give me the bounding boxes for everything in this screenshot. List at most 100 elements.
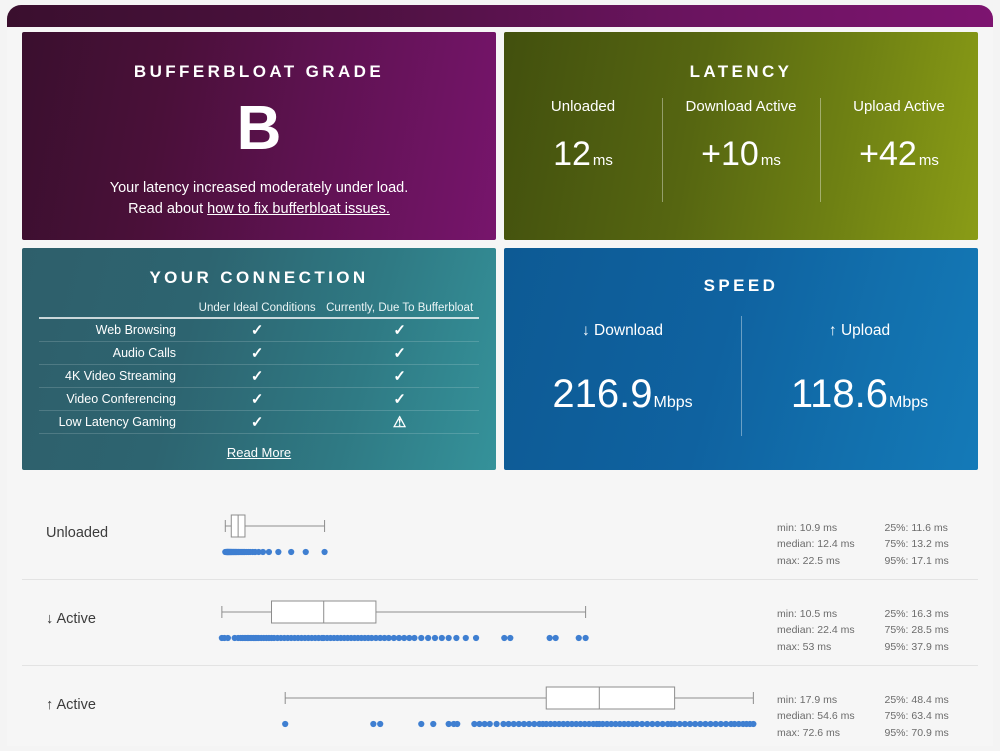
check-icon: ✓	[393, 322, 406, 339]
speed-upload-number: 118.6	[790, 372, 888, 416]
connection-table-head: Under Ideal Conditions Currently, Due To…	[39, 302, 479, 318]
latency-row-label: ↓ Active	[46, 611, 96, 627]
check-icon: ✓	[250, 368, 264, 385]
box-plot-svg	[218, 600, 589, 642]
table-row: Audio Calls ✓ ✓	[39, 341, 479, 365]
connection-current-status: ⚠	[320, 410, 479, 434]
speed-download-number: 216.9	[552, 372, 653, 416]
table-row: 4K Video Streaming ✓ ✓	[39, 364, 479, 388]
connection-header-ideal: Under Ideal Conditions	[198, 302, 316, 314]
latency-stat-item: 75%: 63.4 ms	[884, 710, 949, 723]
latency-sample-dot	[552, 634, 559, 642]
connection-ideal-status: ✓	[194, 341, 321, 365]
latency-stats: min: 10.5 ms median: 22.4 ms max: 53 ms 25%…	[777, 606, 992, 655]
connection-current-status: ✓	[320, 364, 479, 388]
connection-header-current: Currently, Due To Bufferbloat	[326, 302, 474, 314]
connection-table-header-row: Under Ideal Conditions Currently, Due To…	[39, 302, 479, 318]
latency-stats: min: 10.9 ms median: 12.4 ms max: 22.5 ms 2…	[777, 520, 992, 569]
latency-sample-dot	[265, 548, 273, 556]
latency-stat-item: median: 54.6 ms	[777, 710, 855, 723]
latency-upload-active: Upload Active +42 ms	[820, 98, 978, 216]
latency-stats-column-right: 25%: 16.3 ms 75%: 28.5 ms 95%: 37.9 ms	[885, 606, 993, 655]
latency-sample-dot	[377, 720, 384, 728]
latency-distribution-row: Unloaded min: 10.9 ms median: 12.4 ms max: …	[22, 494, 978, 579]
speed-download-label: ↓ Download	[582, 322, 663, 339]
connection-current-status: ✓	[320, 318, 479, 342]
latency-download-active-unit: ms	[760, 152, 781, 169]
connection-activity-label: Low Latency Gaming	[39, 410, 194, 434]
latency-upload-active-number: +42	[859, 135, 917, 173]
check-icon: ✓	[393, 368, 406, 385]
latency-sample-dot	[411, 634, 418, 642]
latency-download-active-number: +10	[701, 135, 759, 173]
speed-download-unit: Mbps	[653, 394, 693, 411]
latency-sample-dot	[501, 634, 508, 642]
connection-activity-label: 4K Video Streaming	[39, 364, 194, 388]
speed-upload-unit: Mbps	[889, 394, 929, 411]
latency-stat-item: 25%: 48.4 ms	[884, 694, 949, 706]
latency-stat-item: min: 10.9 ms	[777, 522, 838, 534]
latency-sample-dot	[507, 634, 514, 642]
header-band	[7, 5, 993, 27]
speed-download: ↓ Download 216.9Mbps	[504, 322, 741, 452]
latency-columns: Unloaded 12 ms Download Active +10 ms Up…	[504, 98, 978, 216]
speed-upload-value: 118.6Mbps	[741, 374, 978, 414]
latency-sample-dot	[418, 634, 425, 642]
latency-stat-item: 75%: 28.5 ms	[884, 624, 949, 637]
connection-table-body: Web Browsing ✓ ✓ Audio Calls ✓ ✓ 4K Video Stre…	[39, 318, 479, 434]
latency-sample-dot	[486, 720, 493, 728]
latency-sample-dot	[370, 720, 377, 728]
check-icon: ✓	[393, 345, 406, 362]
latency-sample-dot	[493, 720, 500, 728]
your-connection-title: YOUR CONNECTION	[149, 268, 369, 287]
latency-stat-item: 25%: 16.3 ms	[884, 608, 949, 620]
latency-sample-dot	[275, 548, 282, 556]
latency-distribution-row: ↑ Active min: 17.9 ms median: 54.6 ms max: …	[22, 665, 978, 751]
latency-sample-dot	[453, 634, 460, 642]
fix-bufferbloat-link[interactable]: how to fix bufferbloat issues.	[207, 201, 390, 217]
latency-stats-column-left: min: 10.9 ms median: 12.4 ms max: 22.5 ms	[777, 520, 885, 569]
latency-row-label: Unloaded	[46, 525, 109, 541]
latency-sample-dot	[445, 634, 452, 642]
latency-stat-item: min: 10.5 ms	[777, 608, 838, 620]
latency-sample-dot	[575, 634, 582, 642]
speed-upload: ↑ Upload 118.6Mbps	[741, 316, 978, 452]
latency-stat-item: median: 12.4 ms	[777, 538, 855, 551]
your-connection-card: YOUR CONNECTION Under Ideal Conditions C…	[22, 248, 496, 470]
connection-ideal-status: ✓	[194, 364, 321, 388]
bufferbloat-read-about-line: Read about how to fix bufferbloat issues…	[22, 201, 496, 217]
latency-upload-active-value: +42 ms	[820, 137, 978, 171]
connection-activity-label: Audio Calls	[39, 341, 194, 365]
latency-unloaded-value: 12 ms	[504, 137, 662, 171]
bufferbloat-grade-title: BUFFERBLOAT GRADE	[133, 62, 385, 81]
connection-ideal-status: ✓	[194, 318, 321, 342]
connection-capability-table: Under Ideal Conditions Currently, Due To…	[39, 302, 479, 434]
latency-sample-dot	[472, 634, 480, 642]
latency-download-active: Download Active +10 ms	[662, 98, 820, 216]
latency-stat-item: 95%: 17.1 ms	[884, 554, 949, 567]
latency-sample-dot	[302, 548, 309, 556]
cards-row-bottom: YOUR CONNECTION Under Ideal Conditions C…	[22, 248, 978, 470]
connection-current-status: ✓	[320, 341, 479, 365]
latency-stats-column-right: 25%: 48.4 ms 75%: 63.4 ms 95%: 70.9 ms	[885, 692, 993, 741]
connection-read-more-link[interactable]: Read More	[227, 445, 291, 460]
latency-card: LATENCY Unloaded 12 ms Download Active +1…	[504, 32, 978, 240]
speed-card: SPEED ↓ Download 216.9Mbps ↑ Upload 118.…	[504, 248, 978, 470]
latency-sample-dot	[546, 634, 553, 642]
connection-activity-label: Video Conferencing	[39, 387, 194, 411]
latency-sample-dot	[282, 720, 289, 728]
box-plot-area	[132, 580, 772, 665]
latency-stat-item: 25%: 11.6 ms	[884, 522, 948, 534]
connection-activity-label: Web Browsing	[39, 318, 194, 342]
connection-ideal-status: ✓	[194, 410, 321, 434]
latency-stat-item: max: 22.5 ms	[777, 554, 841, 567]
check-icon: ✓	[250, 322, 264, 339]
latency-title: LATENCY	[689, 62, 793, 81]
speed-columns: ↓ Download 216.9Mbps ↑ Upload 118.6Mbps	[504, 316, 978, 452]
check-icon: ✓	[250, 345, 264, 362]
check-icon: ✓	[250, 391, 264, 408]
bufferbloat-grade-description: Your latency increased moderately under …	[109, 180, 409, 196]
bufferbloat-results-page: BUFFERBLOAT GRADE B Your latency increas…	[0, 0, 1000, 751]
latency-stats-column-left: min: 10.5 ms median: 22.4 ms max: 53 ms	[777, 606, 885, 655]
latency-sample-dot	[288, 548, 295, 556]
